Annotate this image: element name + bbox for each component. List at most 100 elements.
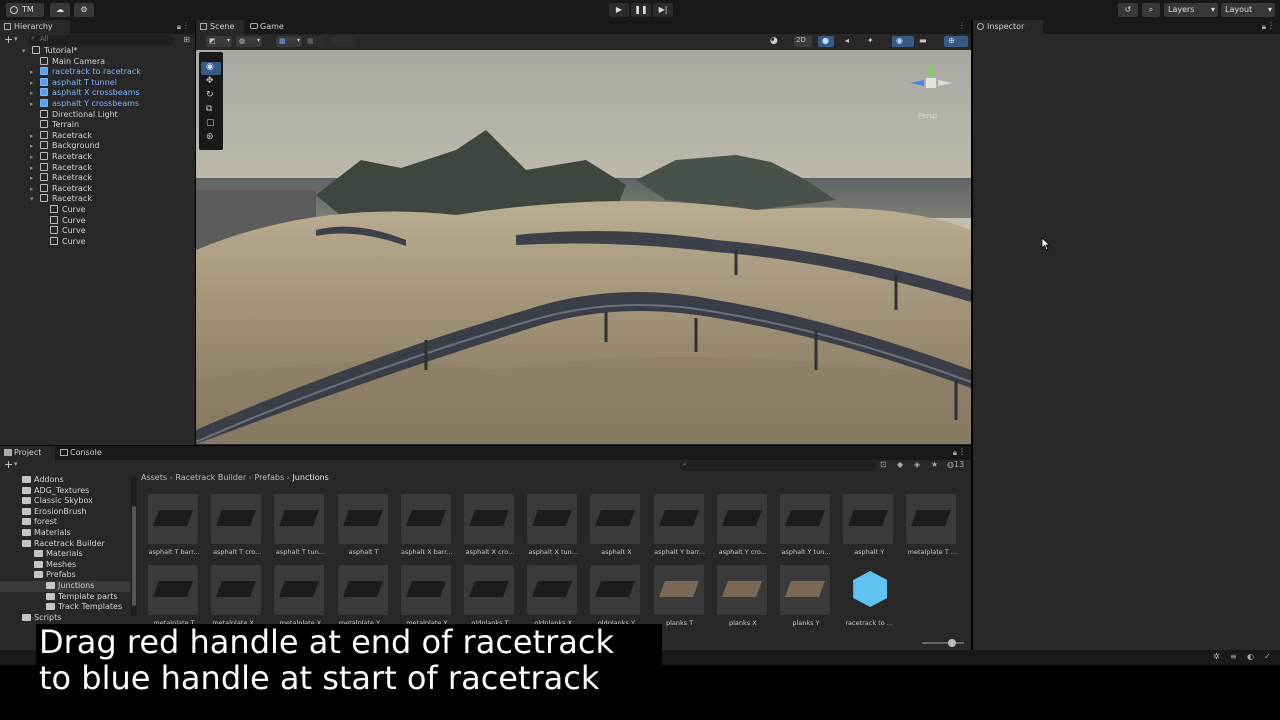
chevron-down-icon[interactable]: ▾	[22, 46, 26, 57]
asset-tile[interactable]: metalplate T ...	[904, 494, 960, 562]
chevron-right-icon[interactable]: ▸	[30, 173, 34, 184]
label-icon[interactable]: ◈	[914, 460, 920, 469]
add-icon[interactable]: +	[4, 33, 13, 46]
effects-dropdown[interactable]: ✦	[864, 36, 886, 47]
chevron-down-icon[interactable]: ▾	[14, 460, 18, 468]
chevron-right-icon[interactable]: ▸	[30, 78, 34, 89]
scrollbar-thumb[interactable]	[132, 506, 136, 606]
audio-toggle-button[interactable]: ◂	[842, 36, 858, 47]
hidden-packages-icon[interactable]: ◍13	[947, 460, 964, 469]
hierarchy-item[interactable]: ▸ asphalt X crossbeams	[30, 88, 140, 99]
hierarchy-item[interactable]: Terrain	[40, 120, 79, 131]
asset-tile[interactable]: asphalt T barr...	[146, 494, 202, 562]
hierarchy-item[interactable]: Curve	[50, 205, 86, 216]
folder-item[interactable]: Prefabs	[34, 570, 76, 581]
hierarchy-item[interactable]: ▸ asphalt Y crossbeams	[30, 99, 139, 110]
render-mode-dropdown[interactable]: ◍ ▾	[236, 36, 262, 47]
asset-tile[interactable]: asphalt X barr...	[399, 494, 455, 562]
chevron-right-icon[interactable]: ▸	[30, 163, 34, 174]
hierarchy-item[interactable]: Curve	[50, 236, 86, 248]
chevron-down-icon[interactable]: ▾	[14, 35, 18, 43]
asset-tile[interactable]: asphalt Y barr...	[652, 494, 708, 562]
undo-history-button[interactable]: ↺	[1118, 3, 1138, 17]
rect-tool-button[interactable]: ▢	[201, 118, 221, 131]
hierarchy-search-input[interactable]: All ⌕	[28, 34, 174, 46]
kebab-menu-icon[interactable]: ⋮	[958, 21, 966, 30]
asset-tile[interactable]: asphalt X cro...	[462, 494, 518, 562]
asset-tile[interactable]: asphalt T	[336, 494, 392, 562]
folder-item[interactable]: forest	[22, 517, 57, 528]
orientation-gizmo[interactable]: Persp	[908, 60, 958, 120]
snap-increment-dropdown[interactable]: ▦	[304, 36, 326, 47]
hierarchy-item[interactable]: ▾ Racetrack	[30, 194, 92, 205]
folder-item[interactable]: ErosionBrush	[22, 507, 87, 518]
slider-knob[interactable]	[948, 639, 956, 647]
hierarchy-item[interactable]: Curve	[50, 215, 86, 227]
folder-tree-scrollbar[interactable]	[131, 476, 137, 616]
gizmos-dropdown[interactable]: ⊕	[944, 36, 968, 47]
snap-toggle-button[interactable]: ⫶	[330, 36, 354, 47]
hierarchy-item[interactable]: ▸ Racetrack	[30, 152, 92, 163]
lighting-toggle-button[interactable]: ●	[818, 36, 834, 47]
asset-tile[interactable]: asphalt Y tun...	[778, 494, 834, 562]
breadcrumb-item[interactable]: Junctions	[292, 473, 328, 482]
chevron-right-icon[interactable]: ▸	[30, 131, 34, 142]
layers-dropdown[interactable]: Layers ▾	[1164, 3, 1218, 17]
folder-item[interactable]: Racetrack Builder	[22, 539, 105, 550]
folder-item[interactable]: Materials	[34, 549, 83, 560]
asset-tile[interactable]: planks X	[715, 565, 771, 633]
progress-icon[interactable]: ◐	[1247, 652, 1254, 661]
asset-tile[interactable]: asphalt X	[588, 494, 644, 562]
scale-tool-button[interactable]: ⧉	[201, 104, 221, 117]
toggle-2d-button[interactable]: 2D	[794, 36, 812, 47]
kebab-menu-icon[interactable]: ⋮	[1267, 21, 1275, 30]
folder-item[interactable]: Meshes	[34, 560, 76, 571]
hierarchy-item[interactable]: Curve	[50, 226, 86, 237]
asset-tile[interactable]: asphalt Y	[841, 494, 897, 562]
asset-tile[interactable]: asphalt T tun...	[272, 494, 328, 562]
icon-size-slider[interactable]	[922, 639, 964, 647]
breadcrumb-item[interactable]: Prefabs	[254, 473, 284, 482]
pause-button[interactable]: ❚❚	[631, 3, 651, 17]
projection-label[interactable]: Persp	[918, 112, 937, 120]
chevron-right-icon[interactable]: ▸	[30, 184, 34, 195]
chevron-right-icon[interactable]: ▸	[30, 152, 34, 163]
scene-viewport[interactable]: Persp	[196, 50, 971, 444]
search-by-type-icon[interactable]: ⊡	[880, 460, 887, 469]
draw-mode-dropdown[interactable]: ◩ ▾	[206, 36, 232, 47]
chevron-down-icon[interactable]: ▾	[30, 194, 34, 205]
stack-icon[interactable]: ≡	[1230, 652, 1237, 661]
chevron-right-icon[interactable]: ▸	[30, 141, 34, 152]
favorite-star-icon[interactable]: ★	[931, 460, 938, 469]
kebab-menu-icon[interactable]: ⋮	[958, 447, 966, 456]
lock-icon[interactable]: 🔒︎	[1262, 22, 1266, 32]
camera-settings-dropdown[interactable]: ▬	[916, 36, 940, 47]
tab-hierarchy[interactable]: Hierarchy	[0, 20, 70, 34]
asset-tile[interactable]: asphalt X tun...	[525, 494, 581, 562]
layout-dropdown[interactable]: Layout ▾	[1221, 3, 1275, 17]
folder-item[interactable]: Junctions	[0, 581, 130, 592]
play-button[interactable]: ▶	[609, 3, 629, 17]
hierarchy-item[interactable]: ▸ racetrack to racetrack	[30, 67, 141, 78]
folder-item[interactable]: Addons	[22, 475, 64, 486]
folder-item[interactable]: Materials	[22, 528, 71, 539]
asset-tile[interactable]: asphalt T cro...	[209, 494, 265, 562]
search-button[interactable]: ⌕	[1142, 3, 1160, 17]
chevron-right-icon[interactable]: ▸	[30, 99, 34, 110]
visibility-toggle-button[interactable]: ◉	[892, 36, 914, 47]
asset-tile[interactable]: planks Y	[778, 565, 834, 633]
lock-icon[interactable]: 🔒︎	[953, 448, 957, 458]
breadcrumb-item[interactable]: Assets	[141, 473, 167, 482]
add-icon[interactable]: +	[4, 458, 13, 471]
hierarchy-item[interactable]: ▸ Background	[30, 141, 100, 152]
lock-icon[interactable]: 🔒︎	[177, 22, 181, 32]
tab-inspector[interactable]: Inspector	[973, 20, 1043, 34]
move-tool-button[interactable]: ✥	[201, 76, 221, 89]
tab-scene[interactable]: Scene	[196, 20, 244, 34]
search-filter-icon[interactable]: ⊞	[183, 35, 190, 44]
hierarchy-item[interactable]: ▸ Racetrack	[30, 183, 92, 195]
hierarchy-item[interactable]: ▸ Racetrack	[30, 130, 92, 142]
rotate-tool-button[interactable]: ↻	[201, 90, 221, 103]
hierarchy-item[interactable]: Directional Light	[40, 109, 118, 121]
folder-item[interactable]: ADG_Textures	[22, 486, 89, 497]
